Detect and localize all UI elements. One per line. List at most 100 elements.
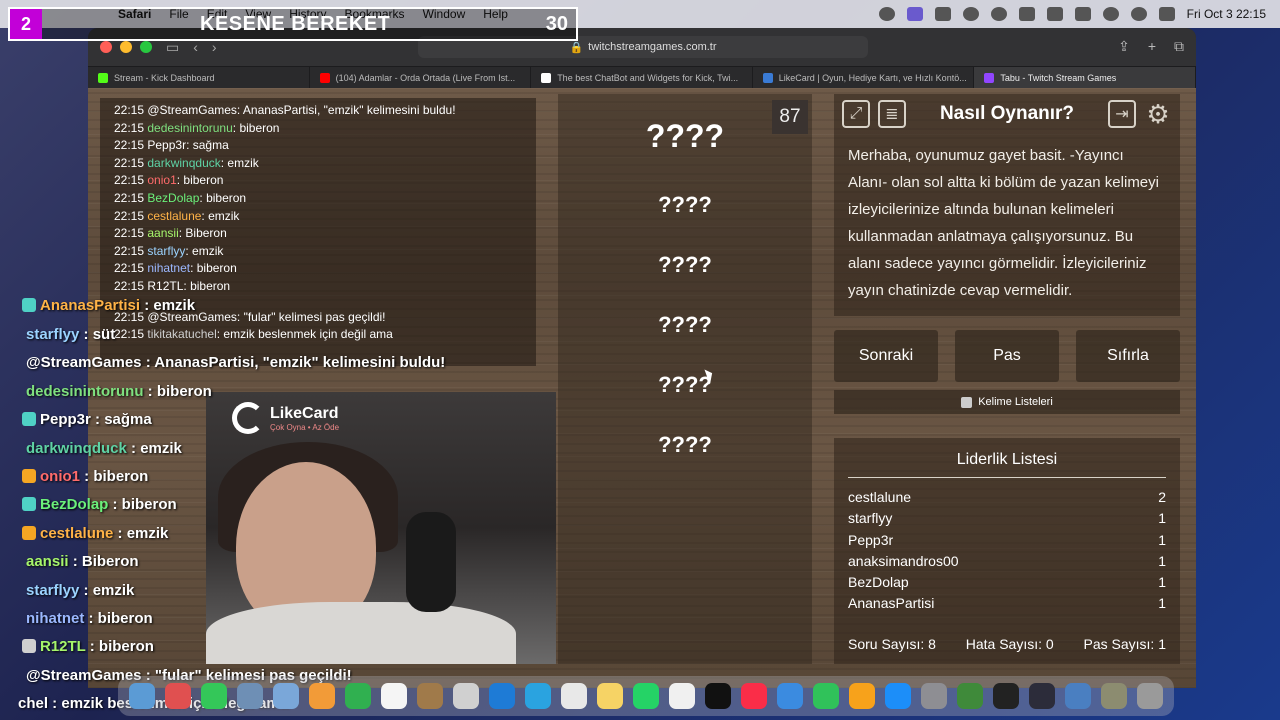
settings-gear-icon[interactable]: ⚙ (1144, 99, 1172, 129)
menu-clock[interactable]: Fri Oct 3 22:15 (1187, 7, 1266, 21)
search-icon[interactable] (1130, 7, 1147, 21)
menu-extra-icon[interactable] (962, 7, 979, 21)
messages-icon[interactable] (201, 683, 227, 709)
safari-icon[interactable] (489, 683, 515, 709)
tab-tabu[interactable]: Tabu - Twitch Stream Games (974, 67, 1196, 88)
overlay-chat-line: onio1 : biberon (22, 468, 148, 485)
badge-icon (22, 412, 36, 426)
notification-icon[interactable] (990, 7, 1007, 21)
youtube-icon (319, 72, 330, 83)
chat-line: 22:15 nihatnet: biberon (114, 261, 237, 276)
chat-line: 22:15 onio1: biberon (114, 173, 224, 188)
url-text: twitchstreamgames.com.tr (588, 41, 717, 53)
freeform-icon[interactable] (669, 683, 695, 709)
word-lists-toggle[interactable]: Kelime Listeleri (834, 390, 1180, 414)
system-settings-icon[interactable] (921, 683, 947, 709)
likecard-logo-icon (232, 402, 264, 434)
overlay-chat-line: dedesinintorunu : biberon (26, 383, 212, 400)
chat-line: 22:15 Pepp3r: sağma (114, 138, 229, 153)
lock-icon: 🔒 (569, 41, 584, 54)
tab-overview-icon[interactable]: ⧉ (1174, 38, 1184, 55)
how-to-play-title: Nasıl Oynanır? (939, 103, 1075, 124)
overlay-chat-line: AnanasPartisi : emzik (22, 297, 195, 314)
pages-icon[interactable] (849, 683, 875, 709)
tab-label: Tabu - Twitch Stream Games (1000, 72, 1117, 83)
reminders-icon[interactable] (453, 683, 479, 709)
likecard-icon (762, 72, 773, 83)
forward-icon[interactable]: › (212, 39, 217, 55)
numbers-icon[interactable] (813, 683, 839, 709)
overlay-chat-line: nihatnet : biberon (26, 610, 153, 627)
minimize-window-button[interactable] (120, 41, 132, 53)
chrome-icon[interactable] (561, 683, 587, 709)
telegram-icon[interactable] (525, 683, 551, 709)
utility-app-icon[interactable] (957, 683, 983, 709)
word-cards: 87 ???? ???? ???? ???? ???? ???? (558, 94, 812, 664)
mail-icon[interactable] (237, 683, 263, 709)
tab-label: LikeCard | Oyun, Hediye Kartı, ve Hızlı … (778, 72, 967, 83)
overlay-chat-line: BezDolap : biberon (22, 496, 177, 513)
badge-icon (22, 469, 36, 483)
trash-icon[interactable] (1137, 683, 1163, 709)
apple-tv-icon[interactable] (705, 683, 731, 709)
exit-icon[interactable]: ⇥ (1108, 100, 1136, 128)
screen-record-icon[interactable] (906, 7, 923, 21)
facetime-icon[interactable] (345, 683, 371, 709)
launchpad-icon[interactable] (165, 683, 191, 709)
leaderboard-row: starflyy 1 (848, 510, 1166, 527)
badge-icon (22, 298, 36, 312)
control-center-icon[interactable] (1158, 7, 1175, 21)
back-icon[interactable]: ‹ (193, 39, 198, 55)
bluetooth-icon[interactable] (1046, 7, 1063, 21)
leaderboard-row: AnanasPartisi 1 (848, 595, 1166, 612)
forbidden-word: ???? (658, 192, 712, 217)
photos-icon[interactable] (309, 683, 335, 709)
davinci-icon[interactable] (993, 683, 1019, 709)
badge-icon (22, 639, 36, 653)
how-to-play-panel: ⤢ ≣ Nasıl Oynanır? ⇥ ⚙ Merhaba, oyunumuz… (834, 94, 1180, 316)
chat-line: 22:15 dedesinintorunu: biberon (114, 120, 280, 135)
rules-icon[interactable]: ≣ (878, 100, 906, 128)
error-count: Hata Sayısı: 0 (965, 636, 1054, 652)
pass-count: Pas Sayısı: 1 (1083, 636, 1166, 652)
obs-icon[interactable] (1029, 683, 1055, 709)
pass-button[interactable]: Pas (955, 330, 1059, 382)
close-window-button[interactable] (100, 41, 112, 53)
tab-kick-dashboard[interactable]: Stream - Kick Dashboard (88, 67, 310, 88)
quicktime-icon[interactable] (1065, 683, 1091, 709)
status-icon[interactable] (878, 7, 895, 21)
whatsapp-icon[interactable] (633, 683, 659, 709)
app-store-icon[interactable] (885, 683, 911, 709)
maps-icon[interactable] (273, 683, 299, 709)
tab-likecard[interactable]: LikeCard | Oyun, Hediye Kartı, ve Hızlı … (753, 67, 975, 88)
macos-dock (118, 676, 1174, 716)
word-lists-label: Kelime Listeleri (978, 396, 1053, 408)
tab-chatbot[interactable]: The best ChatBot and Widgets for Kick, T… (531, 67, 753, 88)
stickies-icon[interactable] (597, 683, 623, 709)
tab-youtube[interactable]: (104) Adamlar - Orda Ortada (Live From I… (310, 67, 532, 88)
share-icon[interactable]: ⇪ (1118, 38, 1130, 55)
calendar-icon[interactable] (381, 683, 407, 709)
how-to-play-text: Merhaba, oyunumuz gayet basit. -Yayıncı … (848, 147, 1159, 299)
wifi-icon[interactable] (1102, 7, 1119, 21)
badge-icon (22, 526, 36, 540)
next-button[interactable]: Sonraki (834, 330, 938, 382)
keynote-icon[interactable] (777, 683, 803, 709)
new-tab-icon[interactable]: + (1148, 38, 1156, 55)
chat-line: 22:15 darkwinqduck: emzik (114, 155, 259, 170)
keyboard-icon[interactable] (934, 7, 951, 21)
finder-icon[interactable] (129, 683, 155, 709)
sidebar-icon[interactable]: ▭ (166, 39, 179, 56)
likecard-name: LikeCard (270, 404, 339, 422)
fullscreen-icon[interactable]: ⤢ (842, 100, 870, 128)
reset-button[interactable]: Sıfırla (1076, 330, 1180, 382)
battery-icon[interactable] (1074, 7, 1091, 21)
word-lists-checkbox[interactable] (961, 396, 973, 408)
overlay-title: KESENE BEREKET (200, 13, 391, 35)
downloads-icon[interactable] (1101, 683, 1127, 709)
notes-icon[interactable] (417, 683, 443, 709)
zoom-window-button[interactable] (140, 41, 152, 53)
cloud-icon[interactable] (1018, 7, 1035, 21)
music-icon[interactable] (741, 683, 767, 709)
tab-label: Stream - Kick Dashboard (114, 72, 215, 83)
